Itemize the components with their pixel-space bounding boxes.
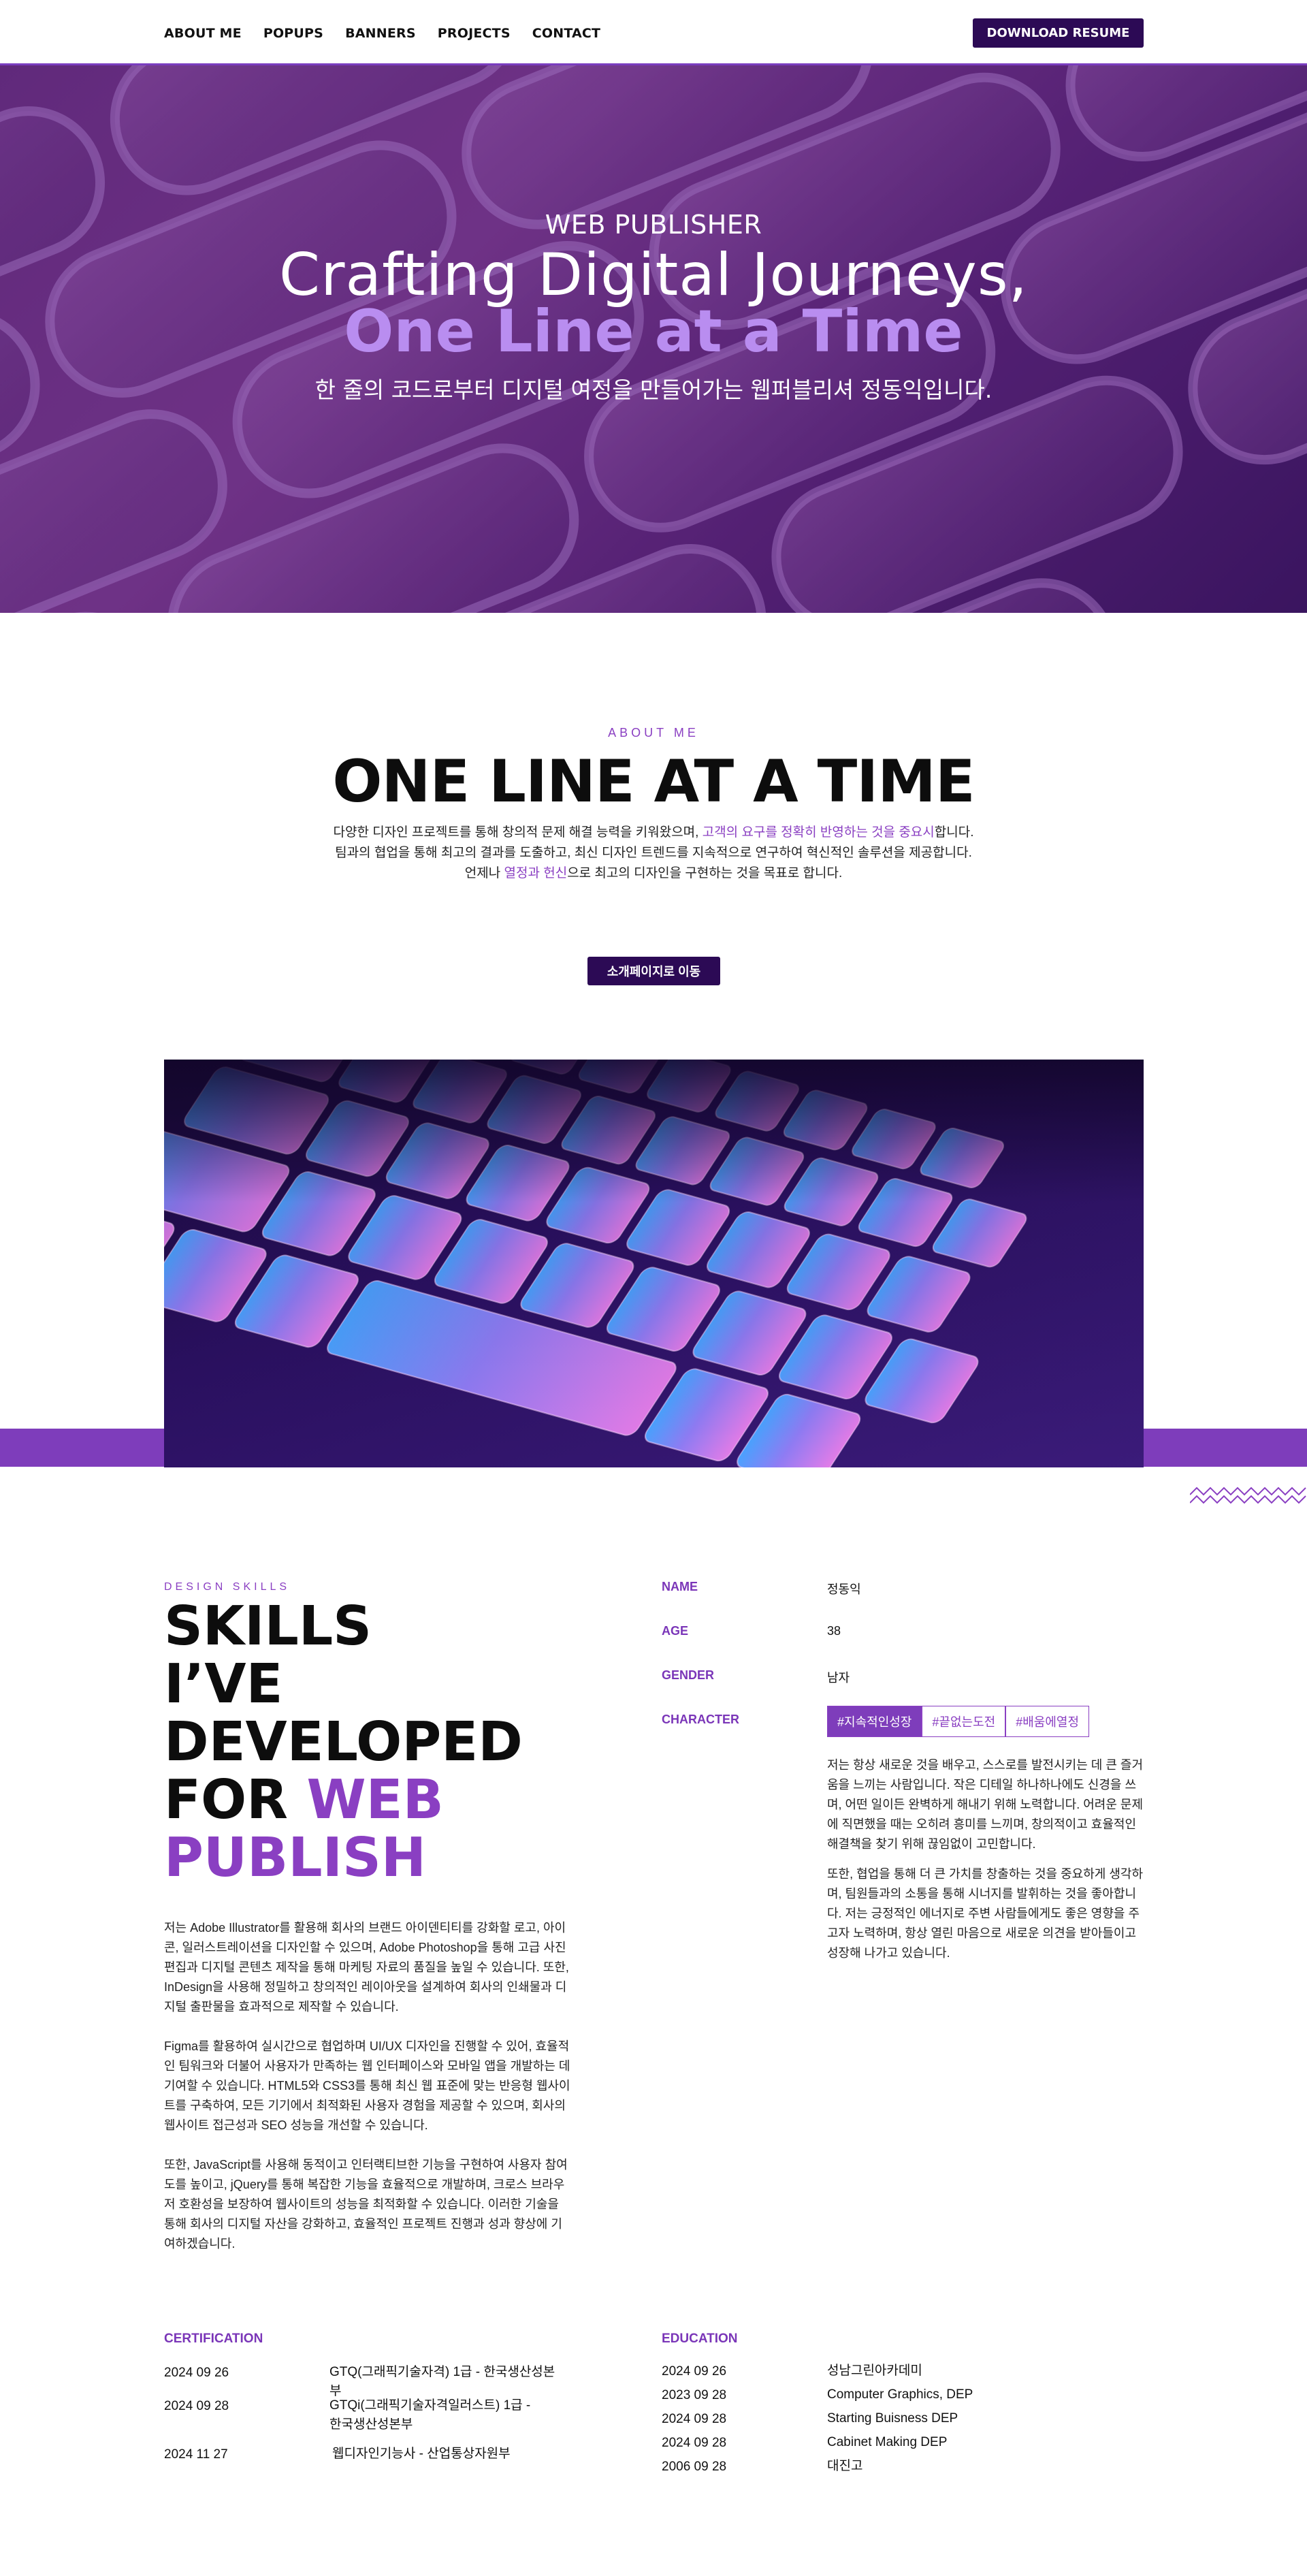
skills-paragraph-3: 또한, JavaScript를 사용해 동적이고 인터랙티브한 기능을 구현하여… — [164, 2158, 568, 2251]
edu-text-2: Computer Graphics, DEP — [827, 2387, 973, 2402]
about-line3-highlight: 열정과 헌신 — [504, 866, 568, 880]
character-label: CHARACTER — [662, 1713, 739, 1726]
nav-link-banners[interactable]: BANNERS — [345, 26, 416, 41]
hero-title-line2: One Line at a Time — [344, 298, 963, 366]
skills-description: 저는 Adobe Illustrator를 활용해 회사의 브랜드 아이덴티티를… — [164, 1918, 572, 2274]
page: ABOUT ME POPUPS BANNERS PROJECTS CONTACT… — [0, 0, 1307, 2576]
cert-text-1: GTQ(그래픽기술자격) 1급 - 한국생산성본부 — [329, 2365, 555, 2398]
name-label: NAME — [662, 1580, 698, 1593]
cert-text-2: GTQi(그래픽기술자격일러스트) 1급 - 한국생산성본부 — [329, 2398, 531, 2432]
skills-label: DESIGN SKILLS — [164, 1581, 291, 1593]
skills-title-line2: I’VE — [164, 1653, 283, 1715]
about-label: ABOUT ME — [608, 726, 699, 740]
about-line3-end: 으로 최고의 디자인을 구현하는 것을 목표로 합니다. — [567, 866, 843, 880]
about-line2: 팀과의 협업을 통해 최고의 결과를 도출하고, 최신 디자인 트렌드를 지속적… — [335, 846, 972, 860]
download-resume-button[interactable]: DOWNLOAD RESUME — [973, 18, 1144, 48]
age-value: 38 — [827, 1624, 841, 1638]
about-line3: 언제나 열정과 헌신으로 최고의 디자인을 구현하는 것을 목표로 합니다. — [245, 863, 1062, 884]
edu-date-1: 2024 09 26 — [662, 2364, 727, 2379]
skills-title-line3: DEVELOPED — [164, 1711, 523, 1773]
edu-date-4: 2024 09 28 — [662, 2436, 727, 2450]
about-line1-highlight: 고객의 요구를 정확히 반영하는 것을 중요시 — [702, 825, 935, 840]
zigzag-decoration — [1190, 1486, 1306, 1504]
about-line1-text: 다양한 디자인 프로젝트를 통해 창의적 문제 해결 능력을 키워왔으며, — [333, 825, 703, 840]
name-value: 정동익 — [827, 1583, 861, 1596]
tag-passion-for-learning[interactable]: #배움에열정 — [1005, 1706, 1089, 1737]
edu-text-4: Cabinet Making DEP — [827, 2435, 948, 2449]
keyboard-photo — [164, 1060, 1144, 1467]
gender-value: 남자 — [827, 1671, 850, 1685]
edu-date-3: 2024 09 28 — [662, 2412, 727, 2426]
cert-date-1: 2024 09 26 — [164, 2366, 229, 2380]
skills-title-web: WEB — [306, 1768, 444, 1831]
hero-tagline: 한 줄의 코드로부터 디지털 여정을 만들어가는 웹퍼블리셔 정동익입니다. — [314, 377, 993, 403]
skills-paragraph-2: Figma를 활용하여 실시간으로 협업하며 UI/UX 디자인을 진행할 수 … — [164, 2039, 570, 2132]
skills-title: SKILLS I’VE DEVELOPED FOR WEB PUBLISH — [164, 1597, 586, 1887]
edu-date-2: 2023 09 28 — [662, 2388, 727, 2402]
certification-heading: CERTIFICATION — [164, 2332, 263, 2346]
keyboard-illustration — [164, 1060, 1144, 1467]
edu-date-5: 2006 09 28 — [662, 2460, 727, 2474]
tag-endless-challenge[interactable]: #끝없는도전 — [922, 1706, 1006, 1737]
edu-text-5: 대진고 — [827, 2459, 863, 2473]
cert-date-3: 2024 11 27 — [164, 2447, 228, 2462]
skills-title-line5: PUBLISH — [164, 1826, 427, 1889]
nav-link-contact[interactable]: CONTACT — [532, 26, 601, 41]
skills-title-line1: SKILLS — [164, 1595, 372, 1657]
about-line1: 다양한 디자인 프로젝트를 통해 창의적 문제 해결 능력을 키워왔으며, 고객… — [245, 823, 1062, 843]
about-line1-end: 합니다. — [934, 825, 974, 840]
about-line3-text: 언제나 — [464, 866, 504, 880]
go-to-intro-button[interactable]: 소개페이지로 이동 — [587, 957, 720, 985]
skills-paragraph-1: 저는 Adobe Illustrator를 활용해 회사의 브랜드 아이덴티티를… — [164, 1921, 569, 2014]
edu-text-1: 성남그린아카데미 — [827, 2364, 922, 2378]
age-label: AGE — [662, 1624, 689, 1638]
skills-title-for: FOR — [164, 1768, 307, 1831]
nav-link-popups[interactable]: POPUPS — [263, 26, 323, 41]
education-heading: EDUCATION — [662, 2332, 738, 2346]
cert-text-3: 웹디자인기능사 - 산업통상자원부 — [332, 2447, 511, 2461]
about-title: ONE LINE AT A TIME — [332, 748, 975, 816]
nav-link-about-me[interactable]: ABOUT ME — [164, 26, 242, 41]
cert-date-2: 2024 09 28 — [164, 2399, 229, 2413]
character-tags: #지속적인성장 #끝없는도전 #배움에열정 — [827, 1706, 1089, 1737]
skills-title-line4: FOR WEB — [164, 1771, 586, 1829]
tag-continuous-growth[interactable]: #지속적인성장 — [827, 1706, 922, 1737]
nav-links: ABOUT ME POPUPS BANNERS PROJECTS CONTACT — [164, 26, 600, 41]
gender-label: GENDER — [662, 1668, 715, 1682]
hero-banner: WEB PUBLISHER Crafting Digital Journeys,… — [0, 65, 1307, 613]
top-nav: ABOUT ME POPUPS BANNERS PROJECTS CONTACT… — [0, 0, 1307, 65]
character-paragraph-2: 또한, 협업을 통해 더 큰 가치를 창출하는 것을 중요하게 생각하며, 팀원… — [827, 1867, 1144, 1960]
edu-text-3: Starting Buisness DEP — [827, 2411, 958, 2426]
character-paragraph-1: 저는 항상 새로운 것을 배우고, 스스로를 발전시키는 데 큰 즐거움을 느끼… — [827, 1758, 1144, 1851]
nav-link-projects[interactable]: PROJECTS — [438, 26, 511, 41]
about-body: 다양한 디자인 프로젝트를 통해 창의적 문제 해결 능력을 키워왔으며, 고객… — [245, 823, 1062, 884]
hero-subtitle: WEB PUBLISHER — [545, 210, 762, 240]
